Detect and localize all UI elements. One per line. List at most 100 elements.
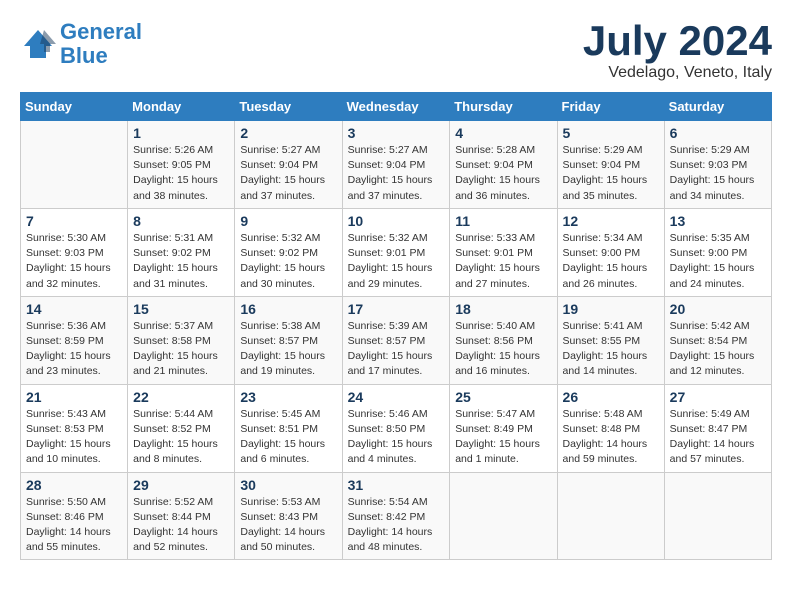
- day-info: Sunrise: 5:30 AMSunset: 9:03 PMDaylight:…: [26, 231, 122, 292]
- title-block: July 2024 Vedelago, Veneto, Italy: [583, 20, 772, 82]
- column-header-tuesday: Tuesday: [235, 93, 342, 121]
- day-info: Sunrise: 5:40 AMSunset: 8:56 PMDaylight:…: [455, 319, 551, 380]
- calendar-cell: 2 Sunrise: 5:27 AMSunset: 9:04 PMDaylight…: [235, 121, 342, 209]
- day-info: Sunrise: 5:32 AMSunset: 9:01 PMDaylight:…: [348, 231, 445, 292]
- column-header-friday: Friday: [557, 93, 664, 121]
- location-subtitle: Vedelago, Veneto, Italy: [583, 64, 772, 82]
- day-number: 20: [670, 301, 766, 317]
- day-number: 31: [348, 477, 445, 493]
- day-info: Sunrise: 5:36 AMSunset: 8:59 PMDaylight:…: [26, 319, 122, 380]
- day-number: 22: [133, 389, 229, 405]
- calendar-cell: 31 Sunrise: 5:54 AMSunset: 8:42 PMDayligh…: [342, 472, 450, 560]
- logo-line1: General: [60, 19, 142, 44]
- day-number: 10: [348, 213, 445, 229]
- calendar-cell: 24 Sunrise: 5:46 AMSunset: 8:50 PMDayligh…: [342, 384, 450, 472]
- logo-icon: [20, 26, 56, 62]
- calendar-cell: 18 Sunrise: 5:40 AMSunset: 8:56 PMDayligh…: [450, 296, 557, 384]
- calendar-cell: 15 Sunrise: 5:37 AMSunset: 8:58 PMDayligh…: [128, 296, 235, 384]
- day-number: 21: [26, 389, 122, 405]
- calendar-cell: 3 Sunrise: 5:27 AMSunset: 9:04 PMDaylight…: [342, 121, 450, 209]
- day-number: 15: [133, 301, 229, 317]
- calendar-cell: 29 Sunrise: 5:52 AMSunset: 8:44 PMDayligh…: [128, 472, 235, 560]
- day-number: 16: [240, 301, 336, 317]
- day-info: Sunrise: 5:35 AMSunset: 9:00 PMDaylight:…: [670, 231, 766, 292]
- day-number: 2: [240, 125, 336, 141]
- day-number: 27: [670, 389, 766, 405]
- day-number: 8: [133, 213, 229, 229]
- day-number: 7: [26, 213, 122, 229]
- calendar-cell: 4 Sunrise: 5:28 AMSunset: 9:04 PMDaylight…: [450, 121, 557, 209]
- calendar-cell: 1Sunrise: 5:26 AMSunset: 9:05 PMDaylight…: [128, 121, 235, 209]
- day-number: 24: [348, 389, 445, 405]
- calendar-cell: 17 Sunrise: 5:39 AMSunset: 8:57 PMDayligh…: [342, 296, 450, 384]
- calendar-week-3: 14 Sunrise: 5:36 AMSunset: 8:59 PMDayligh…: [21, 296, 772, 384]
- day-number: 19: [563, 301, 659, 317]
- day-number: 30: [240, 477, 336, 493]
- column-header-sunday: Sunday: [21, 93, 128, 121]
- day-info: Sunrise: 5:34 AMSunset: 9:00 PMDaylight:…: [563, 231, 659, 292]
- day-info: Sunrise: 5:43 AMSunset: 8:53 PMDaylight:…: [26, 407, 122, 468]
- day-number: 13: [670, 213, 766, 229]
- day-number: 9: [240, 213, 336, 229]
- day-info: Sunrise: 5:27 AMSunset: 9:04 PMDaylight:…: [348, 143, 445, 204]
- day-info: Sunrise: 5:41 AMSunset: 8:55 PMDaylight:…: [563, 319, 659, 380]
- calendar-cell: 20Sunrise: 5:42 AMSunset: 8:54 PMDayligh…: [664, 296, 771, 384]
- calendar-cell: [664, 472, 771, 560]
- calendar-cell: [450, 472, 557, 560]
- logo-line2: Blue: [60, 43, 108, 68]
- day-info: Sunrise: 5:31 AMSunset: 9:02 PMDaylight:…: [133, 231, 229, 292]
- day-info: Sunrise: 5:44 AMSunset: 8:52 PMDaylight:…: [133, 407, 229, 468]
- calendar-cell: 28Sunrise: 5:50 AMSunset: 8:46 PMDayligh…: [21, 472, 128, 560]
- day-info: Sunrise: 5:38 AMSunset: 8:57 PMDaylight:…: [240, 319, 336, 380]
- day-number: 14: [26, 301, 122, 317]
- day-info: Sunrise: 5:33 AMSunset: 9:01 PMDaylight:…: [455, 231, 551, 292]
- day-number: 4: [455, 125, 551, 141]
- day-number: 11: [455, 213, 551, 229]
- day-info: Sunrise: 5:52 AMSunset: 8:44 PMDaylight:…: [133, 495, 229, 556]
- calendar-cell: 9Sunrise: 5:32 AMSunset: 9:02 PMDaylight…: [235, 208, 342, 296]
- calendar-table: SundayMondayTuesdayWednesdayThursdayFrid…: [20, 92, 772, 560]
- day-number: 12: [563, 213, 659, 229]
- calendar-cell: 13 Sunrise: 5:35 AMSunset: 9:00 PMDayligh…: [664, 208, 771, 296]
- day-number: 28: [26, 477, 122, 493]
- day-info: Sunrise: 5:46 AMSunset: 8:50 PMDaylight:…: [348, 407, 445, 468]
- calendar-cell: 14 Sunrise: 5:36 AMSunset: 8:59 PMDayligh…: [21, 296, 128, 384]
- calendar-cell: 23Sunrise: 5:45 AMSunset: 8:51 PMDayligh…: [235, 384, 342, 472]
- month-title: July 2024: [583, 20, 772, 62]
- calendar-cell: 22 Sunrise: 5:44 AMSunset: 8:52 PMDayligh…: [128, 384, 235, 472]
- page-header: General Blue July 2024 Vedelago, Veneto,…: [20, 20, 772, 82]
- day-info: Sunrise: 5:39 AMSunset: 8:57 PMDaylight:…: [348, 319, 445, 380]
- calendar-week-1: 1Sunrise: 5:26 AMSunset: 9:05 PMDaylight…: [21, 121, 772, 209]
- day-info: Sunrise: 5:28 AMSunset: 9:04 PMDaylight:…: [455, 143, 551, 204]
- calendar-cell: 21 Sunrise: 5:43 AMSunset: 8:53 PMDayligh…: [21, 384, 128, 472]
- day-number: 18: [455, 301, 551, 317]
- calendar-cell: 11 Sunrise: 5:33 AMSunset: 9:01 PMDayligh…: [450, 208, 557, 296]
- day-number: 29: [133, 477, 229, 493]
- calendar-cell: [557, 472, 664, 560]
- calendar-cell: 7 Sunrise: 5:30 AMSunset: 9:03 PMDaylight…: [21, 208, 128, 296]
- day-info: Sunrise: 5:47 AMSunset: 8:49 PMDaylight:…: [455, 407, 551, 468]
- day-info: Sunrise: 5:26 AMSunset: 9:05 PMDaylight:…: [133, 143, 229, 204]
- day-info: Sunrise: 5:48 AMSunset: 8:48 PMDaylight:…: [563, 407, 659, 468]
- day-number: 26: [563, 389, 659, 405]
- calendar-header-row: SundayMondayTuesdayWednesdayThursdayFrid…: [21, 93, 772, 121]
- calendar-week-5: 28Sunrise: 5:50 AMSunset: 8:46 PMDayligh…: [21, 472, 772, 560]
- calendar-cell: [21, 121, 128, 209]
- calendar-week-2: 7 Sunrise: 5:30 AMSunset: 9:03 PMDaylight…: [21, 208, 772, 296]
- day-info: Sunrise: 5:54 AMSunset: 8:42 PMDaylight:…: [348, 495, 445, 556]
- day-number: 3: [348, 125, 445, 141]
- day-info: Sunrise: 5:27 AMSunset: 9:04 PMDaylight:…: [240, 143, 336, 204]
- day-number: 5: [563, 125, 659, 141]
- day-number: 25: [455, 389, 551, 405]
- calendar-cell: 30 Sunrise: 5:53 AMSunset: 8:43 PMDayligh…: [235, 472, 342, 560]
- day-number: 17: [348, 301, 445, 317]
- column-header-saturday: Saturday: [664, 93, 771, 121]
- logo: General Blue: [20, 20, 142, 68]
- day-info: Sunrise: 5:29 AMSunset: 9:03 PMDaylight:…: [670, 143, 766, 204]
- day-info: Sunrise: 5:53 AMSunset: 8:43 PMDaylight:…: [240, 495, 336, 556]
- calendar-cell: 8 Sunrise: 5:31 AMSunset: 9:02 PMDaylight…: [128, 208, 235, 296]
- calendar-cell: 6Sunrise: 5:29 AMSunset: 9:03 PMDaylight…: [664, 121, 771, 209]
- calendar-cell: 19 Sunrise: 5:41 AMSunset: 8:55 PMDayligh…: [557, 296, 664, 384]
- calendar-cell: 27Sunrise: 5:49 AMSunset: 8:47 PMDayligh…: [664, 384, 771, 472]
- day-info: Sunrise: 5:37 AMSunset: 8:58 PMDaylight:…: [133, 319, 229, 380]
